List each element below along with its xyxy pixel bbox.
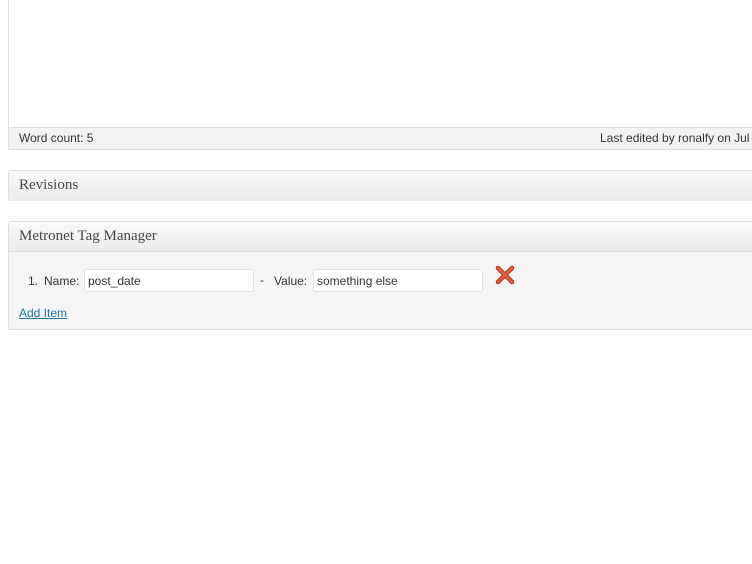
remove-x-icon[interactable] [495, 265, 515, 285]
add-item-link[interactable]: Add Item [19, 306, 67, 320]
page: Word count: 5 Last edited by ronalfy on … [0, 0, 752, 564]
value-input[interactable] [313, 269, 483, 292]
revisions-title: Revisions [19, 177, 79, 193]
revisions-header[interactable]: Revisions [9, 171, 752, 201]
post-editor: Word count: 5 Last edited by ronalfy on … [8, 0, 752, 150]
tag-manager-box: Metronet Tag Manager 1. Name: - Value: A… [8, 221, 752, 330]
last-edited-info: Last edited by ronalfy on Jul [600, 131, 750, 145]
word-count: Word count: 5 [19, 131, 94, 145]
editor-content-area[interactable] [9, 0, 752, 128]
name-input[interactable] [84, 269, 254, 292]
revisions-box: Revisions [8, 170, 752, 201]
tag-manager-title: Metronet Tag Manager [19, 228, 157, 244]
separator-dash: - [260, 273, 264, 287]
editor-status-bar: Word count: 5 Last edited by ronalfy on … [9, 127, 752, 149]
value-label: Value: [274, 274, 308, 288]
name-label: Name: [44, 274, 80, 288]
tag-manager-header[interactable]: Metronet Tag Manager [9, 222, 752, 252]
tag-item-row: 1. Name: - Value: [9, 252, 609, 292]
item-number: 1. [28, 274, 39, 288]
tag-manager-inside: 1. Name: - Value: Add Item [9, 252, 752, 330]
